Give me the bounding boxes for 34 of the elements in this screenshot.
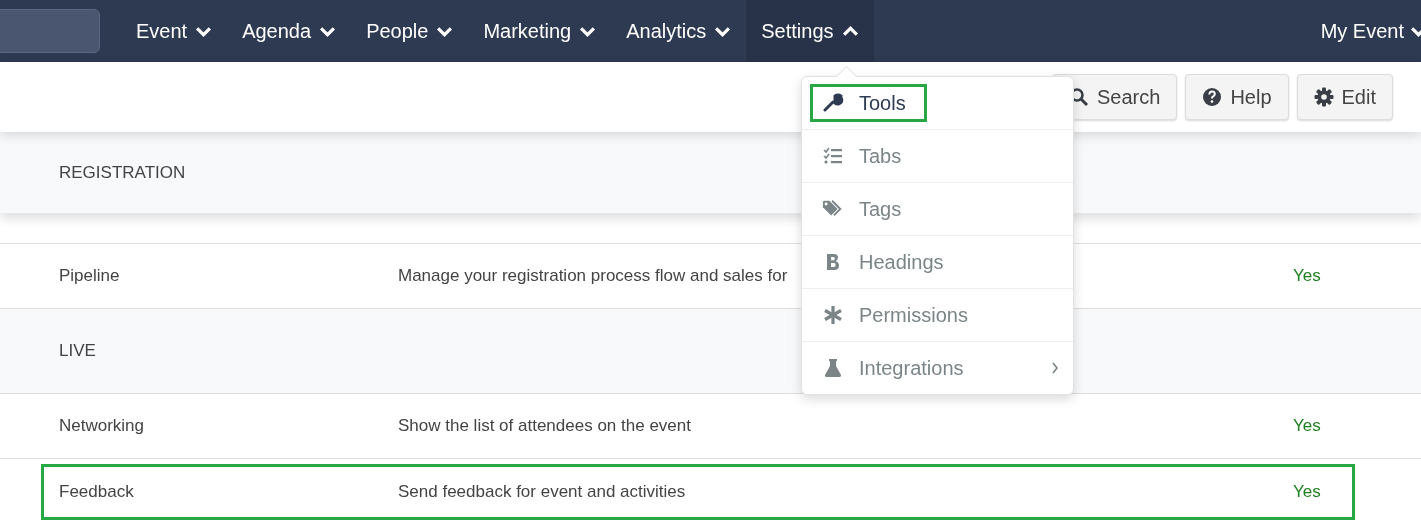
nav-menu-item[interactable]: Marketing (468, 0, 612, 62)
account-menu[interactable]: My Event (1320, 19, 1421, 43)
flask-icon (822, 358, 844, 378)
menu-item[interactable]: Tools (810, 84, 927, 122)
toolbar-button[interactable]: Edit (1296, 74, 1393, 120)
nav-menu-item[interactable]: Event (121, 0, 228, 62)
nav-menu-item[interactable]: People (351, 0, 469, 62)
table-cell-text: Manage your registration process flow and sales for (398, 266, 789, 286)
menu-item[interactable]: Tags (810, 190, 923, 228)
checklist-icon (822, 146, 844, 166)
section-title: LIVE (59, 341, 96, 361)
nav-menu-item[interactable]: Analytics (611, 0, 747, 62)
help-icon (1202, 87, 1223, 107)
table-cell-text: Networking (58, 416, 146, 436)
asterisk-icon (822, 305, 844, 325)
nav-menu-item[interactable]: Settings (746, 0, 874, 62)
nav-menu-item[interactable]: Agenda (227, 0, 352, 62)
table-cell: Yes (1293, 266, 1321, 286)
section-title: REGISTRATION (59, 162, 186, 183)
settings-icon (1313, 87, 1334, 107)
search-field[interactable] (0, 9, 100, 53)
menu-item[interactable]: Headings (810, 243, 965, 281)
chevron-icon (1051, 361, 1059, 375)
table-cell-text: Pipeline (58, 266, 121, 286)
table-cell: Yes (1293, 482, 1321, 502)
tags-icon (822, 199, 844, 219)
table-cell-text: Feedback (58, 482, 135, 502)
toolbar-button[interactable]: Help (1185, 74, 1289, 120)
table-cell-text: Send feedback for event and activities (398, 482, 687, 502)
table-cell-text: Show the list of attendees on the event (398, 416, 692, 436)
menu-item[interactable]: Integrations (810, 349, 985, 387)
menu-item[interactable]: Permissions (810, 296, 989, 334)
table-cell: Yes (1293, 416, 1321, 436)
menu-item[interactable]: Tabs (810, 137, 923, 175)
